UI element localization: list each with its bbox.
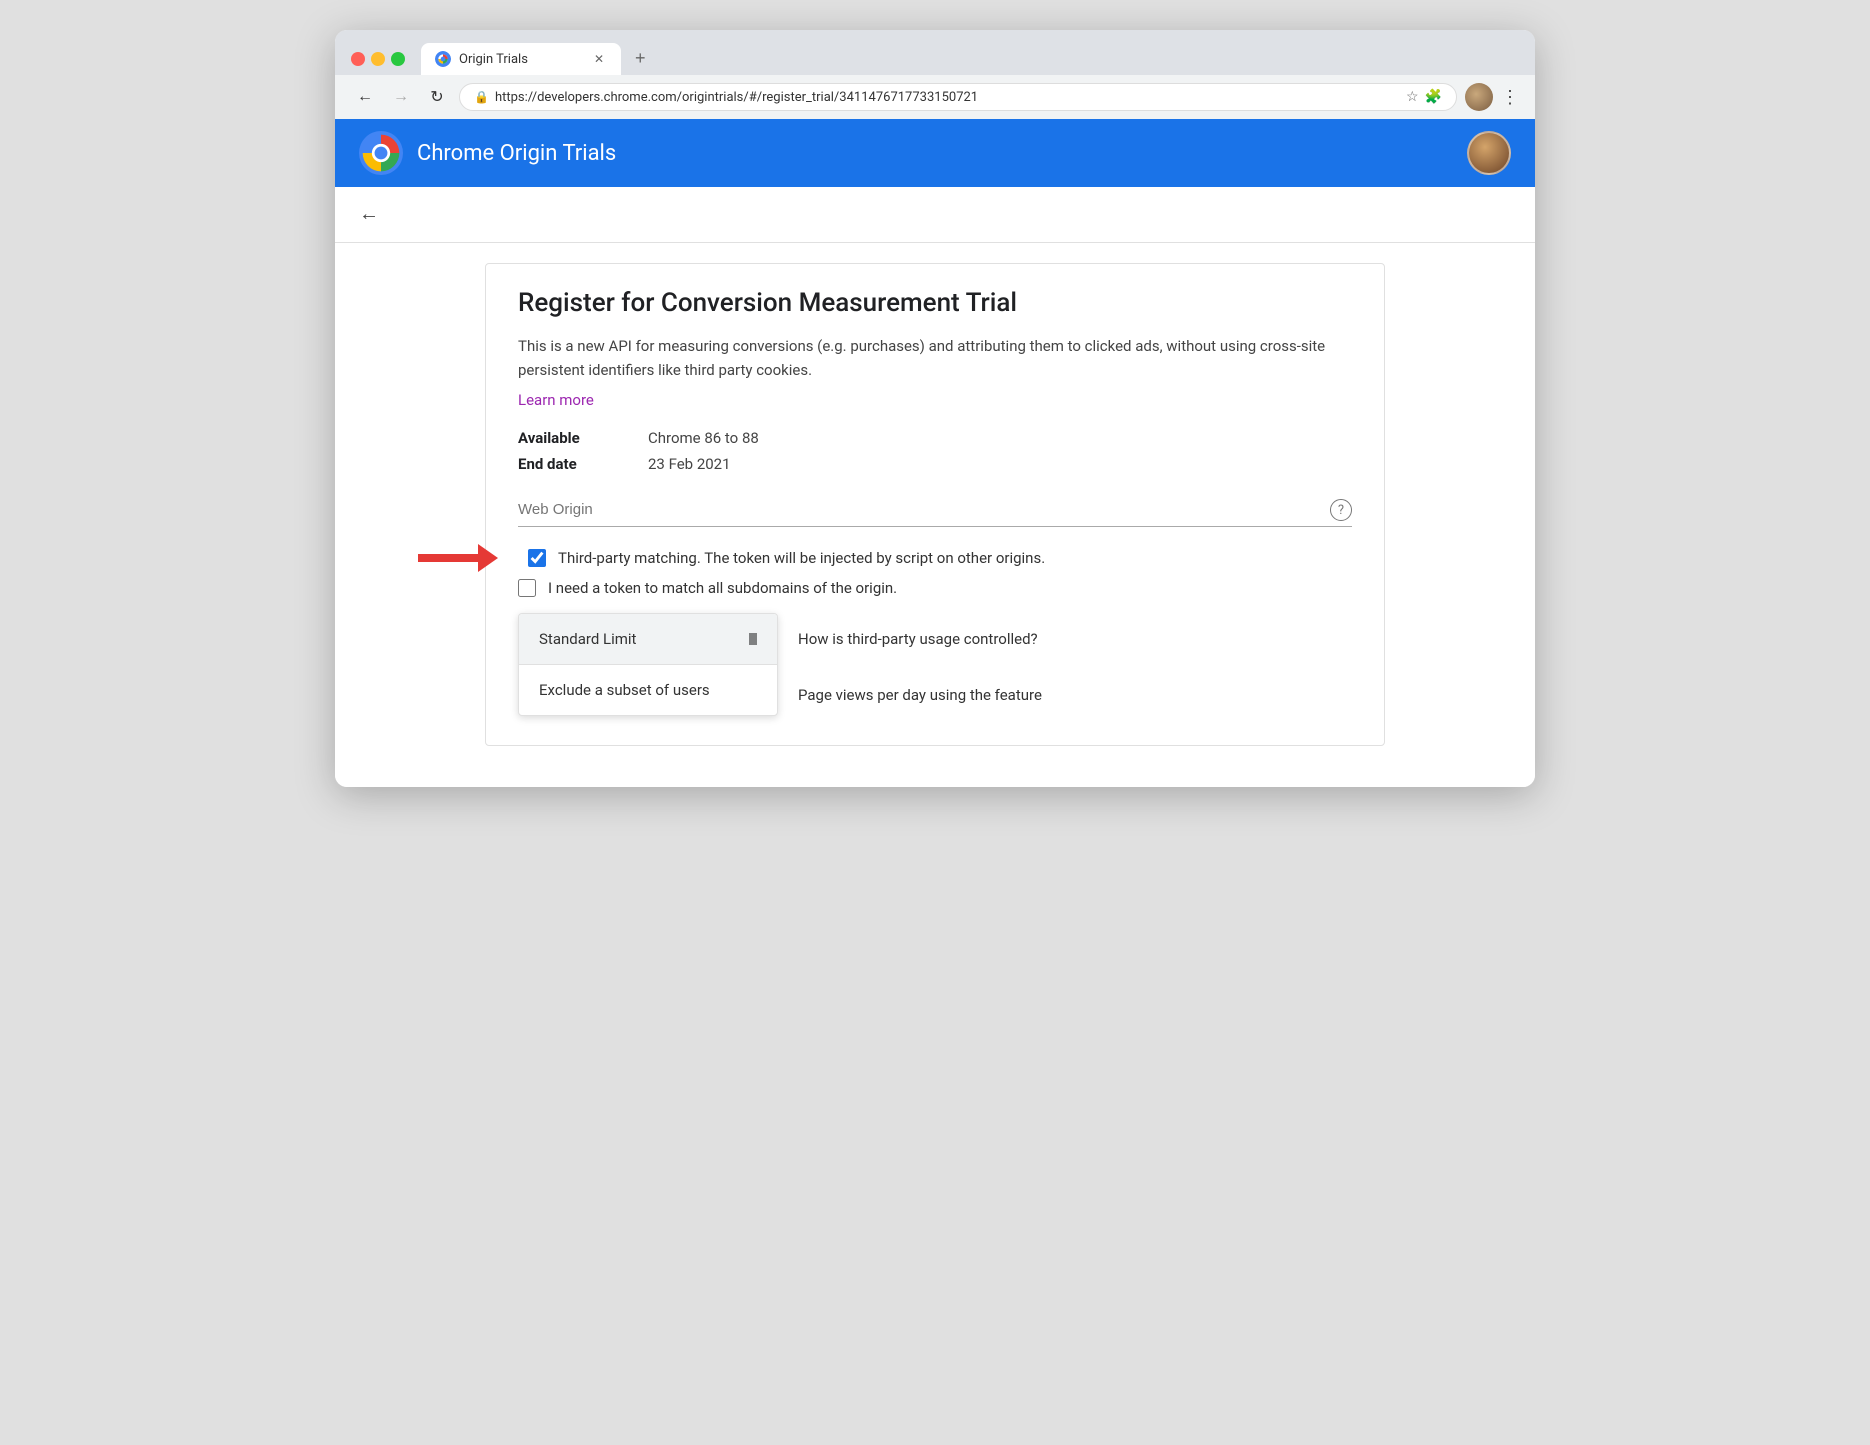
dropdown-desc-standard-text: How is third-party usage controlled? <box>798 630 1038 648</box>
forward-nav-button[interactable]: → <box>387 83 415 111</box>
cursor-icon <box>749 633 757 645</box>
back-nav-button[interactable]: ← <box>351 83 379 111</box>
site-header-title: Chrome Origin Trials <box>417 141 616 166</box>
dropdown-descriptions: How is third-party usage controlled? Pag… <box>798 613 1352 721</box>
header-user-avatar[interactable] <box>1467 131 1511 175</box>
subdomain-checkbox-label: I need a token to match all subdomains o… <box>548 579 897 597</box>
tab-bar: Origin Trials ✕ + <box>421 42 1519 75</box>
title-bar: Origin Trials ✕ + <box>335 30 1535 75</box>
subdomain-checkbox[interactable] <box>518 579 536 597</box>
chrome-menu-button[interactable]: ⋮ <box>1501 87 1519 108</box>
traffic-lights <box>351 52 405 66</box>
minimize-button[interactable] <box>371 52 385 66</box>
third-party-checkbox[interactable] <box>528 549 546 567</box>
dropdown-desc-standard: How is third-party usage controlled? <box>798 613 1352 665</box>
end-date-row: End date 23 Feb 2021 <box>518 455 1352 473</box>
tab-label: Origin Trials <box>459 52 583 67</box>
dropdown-desc-exclude: Page views per day using the feature <box>798 669 1352 721</box>
active-tab[interactable]: Origin Trials ✕ <box>421 43 621 75</box>
browser-window: Origin Trials ✕ + ← → ↻ 🔒 https://develo… <box>335 30 1535 787</box>
dropdown-item-exclude-label: Exclude a subset of users <box>539 681 710 699</box>
site-header: Chrome Origin Trials <box>335 119 1535 187</box>
checkboxes-section: Third-party matching. The token will be … <box>518 549 1352 597</box>
third-party-checkbox-row: Third-party matching. The token will be … <box>518 549 1352 567</box>
arrow-head <box>478 544 498 572</box>
tab-close-button[interactable]: ✕ <box>591 51 607 67</box>
dropdown-item-standard[interactable]: Standard Limit <box>519 614 777 665</box>
help-icon-symbol: ? <box>1338 503 1344 518</box>
end-date-value: 23 Feb 2021 <box>648 455 731 473</box>
description-text: This is a new API for measuring conversi… <box>518 334 1352 382</box>
third-party-checkbox-label: Third-party matching. The token will be … <box>558 549 1045 567</box>
learn-more-link[interactable]: Learn more <box>518 391 594 409</box>
main-form-card: Register for Conversion Measurement Tria… <box>485 263 1385 746</box>
dropdown-desc-exclude-text: Page views per day using the feature <box>798 686 1042 704</box>
page-content: ← Register for Conversion Measurement Tr… <box>335 187 1535 787</box>
address-bar: ← → ↻ 🔒 https://developers.chrome.com/or… <box>335 75 1535 119</box>
dropdown-section: Standard Limit Exclude a subset of users… <box>518 613 1352 721</box>
usage-dropdown-menu: Standard Limit Exclude a subset of users <box>518 613 778 716</box>
subdomain-checkbox-row: I need a token to match all subdomains o… <box>518 579 1352 597</box>
red-arrow-indicator <box>418 544 498 572</box>
lock-icon: 🔒 <box>474 90 489 104</box>
new-tab-button[interactable]: + <box>625 42 656 75</box>
dropdown-item-standard-label: Standard Limit <box>539 630 636 648</box>
user-avatar[interactable] <box>1465 83 1493 111</box>
url-bar[interactable]: 🔒 https://developers.chrome.com/origintr… <box>459 83 1457 111</box>
chrome-logo-group: Chrome Origin Trials <box>359 131 616 175</box>
arrow-shaft <box>418 554 478 562</box>
reload-button[interactable]: ↻ <box>423 83 451 111</box>
url-text: https://developers.chrome.com/origintria… <box>495 90 1396 105</box>
web-origin-field: ? <box>518 493 1352 527</box>
chrome-logo-icon <box>359 131 403 175</box>
help-icon[interactable]: ? <box>1330 499 1352 521</box>
page-back-button[interactable]: ← <box>359 203 379 226</box>
extensions-icon[interactable]: 🧩 <box>1425 89 1442 105</box>
bookmark-icon[interactable]: ☆ <box>1406 89 1419 105</box>
available-value: Chrome 86 to 88 <box>648 429 759 447</box>
web-origin-input[interactable] <box>518 493 1352 527</box>
page-title: Register for Conversion Measurement Tria… <box>518 288 1352 318</box>
end-date-label: End date <box>518 455 648 473</box>
back-navigation: ← <box>335 187 1535 243</box>
dropdown-item-exclude[interactable]: Exclude a subset of users <box>519 665 777 715</box>
available-row: Available Chrome 86 to 88 <box>518 429 1352 447</box>
available-label: Available <box>518 429 648 447</box>
tab-favicon-icon <box>435 51 451 67</box>
maximize-button[interactable] <box>391 52 405 66</box>
close-button[interactable] <box>351 52 365 66</box>
info-table: Available Chrome 86 to 88 End date 23 Fe… <box>518 429 1352 473</box>
